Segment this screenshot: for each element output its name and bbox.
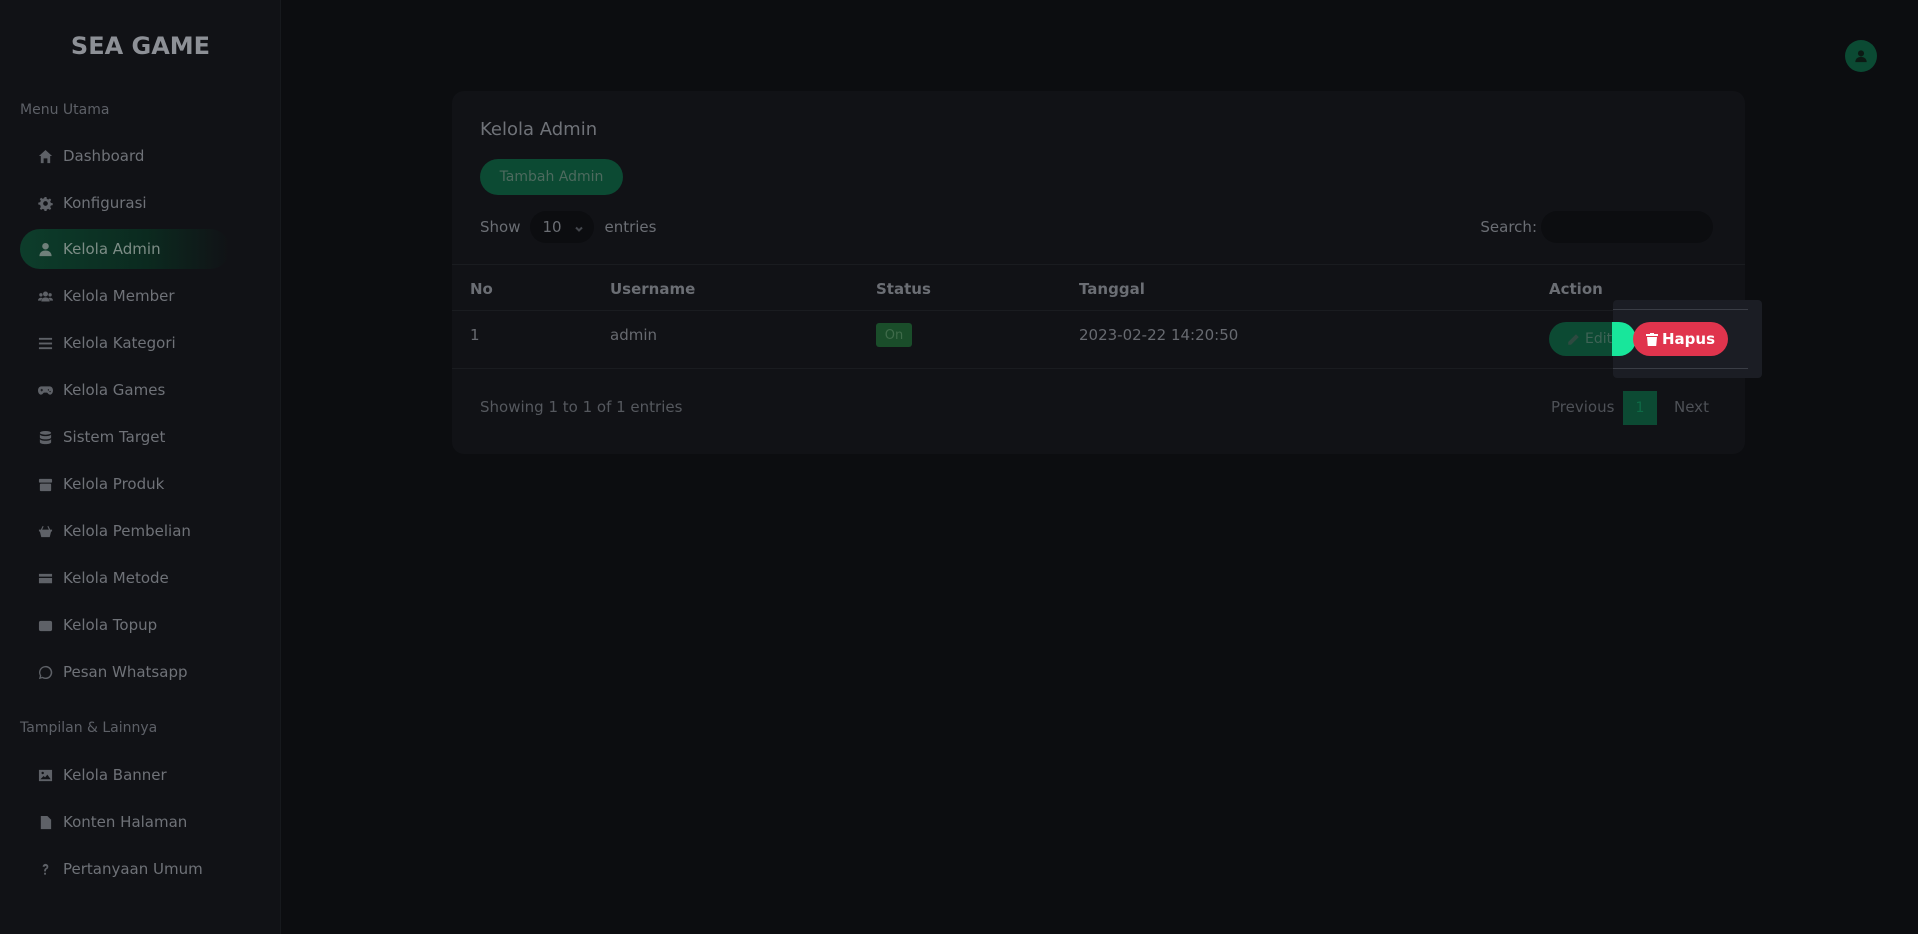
hapus-label: Hapus — [1661, 330, 1716, 348]
sidebar-item-label: Konten Halaman — [63, 813, 188, 831]
gear-icon — [37, 195, 53, 211]
sidebar-item-label: Kelola Games — [63, 381, 166, 399]
column-header-status[interactable]: Status — [876, 280, 931, 298]
sidebar-item-kelola-kategori[interactable]: Kelola Kategori — [20, 323, 230, 363]
highlight-line-top — [1613, 309, 1748, 310]
sidebar-item-pertanyaan-umum[interactable]: Pertanyaan Umum — [20, 849, 230, 889]
column-header-no[interactable]: No — [470, 280, 493, 298]
pagination-page-1[interactable]: 1 — [1623, 391, 1657, 425]
user-icon — [37, 241, 53, 257]
pagination-next[interactable]: Next — [1674, 398, 1709, 416]
sidebar-item-label: Kelola Topup — [63, 616, 158, 634]
kelola-admin-card: Kelola Admin Tambah Admin Show 10 entrie… — [452, 91, 1762, 454]
column-header-action: Action — [1549, 280, 1603, 298]
trash-icon — [1645, 332, 1658, 346]
search-label: Search: — [1480, 218, 1537, 236]
page-length-value: 10 — [542, 218, 562, 236]
table-info: Showing 1 to 1 of 1 entries — [480, 398, 683, 416]
home-icon — [37, 148, 53, 164]
file-icon — [37, 814, 53, 830]
section-label-other: Tampilan & Lainnya — [20, 720, 158, 736]
highlight-line-bottom — [1613, 368, 1748, 369]
user-circle-icon — [1855, 50, 1867, 63]
sidebar-item-kelola-admin[interactable]: Kelola Admin — [20, 229, 230, 269]
sidebar: SEA GAME Menu Utama Dashboard Konfiguras… — [0, 0, 281, 934]
sidebar-item-konfigurasi[interactable]: Konfigurasi — [20, 183, 230, 223]
sidebar-item-label: Konfigurasi — [63, 194, 147, 212]
table-row-border — [452, 368, 1613, 369]
sidebar-item-kelola-topup[interactable]: Kelola Topup — [20, 605, 230, 645]
sidebar-item-label: Kelola Metode — [63, 569, 169, 587]
page-length-select[interactable]: 10 — [530, 211, 595, 243]
sidebar-item-label: Sistem Target — [63, 428, 166, 446]
sidebar-item-pesan-whatsapp[interactable]: Pesan Whatsapp — [20, 652, 230, 692]
search-control: Search: — [1480, 211, 1713, 243]
chevron-down-icon — [574, 220, 584, 232]
hapus-button[interactable]: Hapus — [1633, 322, 1728, 356]
sidebar-item-kelola-games[interactable]: Kelola Games — [20, 370, 230, 410]
cell-tanggal: 2023-02-22 14:20:50 — [1079, 326, 1239, 344]
tambah-admin-button[interactable]: Tambah Admin — [480, 159, 623, 195]
sidebar-item-konten-halaman[interactable]: Konten Halaman — [20, 802, 230, 842]
sidebar-item-label: Pesan Whatsapp — [63, 663, 188, 681]
sidebar-item-label: Kelola Produk — [63, 475, 165, 493]
column-header-username[interactable]: Username — [610, 280, 695, 298]
database-icon — [37, 429, 53, 445]
table-header-border — [452, 310, 1745, 311]
image-icon — [37, 767, 53, 783]
basket-icon — [37, 523, 53, 539]
brand-logo[interactable]: SEA GAME — [0, 32, 281, 60]
edit-label: Edit — [1585, 331, 1613, 347]
gamepad-icon — [37, 382, 53, 398]
sidebar-item-kelola-banner[interactable]: Kelola Banner — [20, 755, 230, 795]
sidebar-item-label: Kelola Pembelian — [63, 522, 191, 540]
credit-card-icon — [37, 570, 53, 586]
sidebar-item-label: Pertanyaan Umum — [63, 860, 203, 878]
table-top-border — [452, 264, 1745, 265]
show-label: Show — [480, 218, 521, 236]
sidebar-item-label: Kelola Admin — [63, 240, 161, 258]
sidebar-item-label: Dashboard — [63, 147, 145, 165]
box-icon — [37, 476, 53, 492]
sidebar-item-dashboard[interactable]: Dashboard — [20, 136, 230, 176]
status-badge: On — [876, 323, 912, 347]
page-title: Kelola Admin — [480, 119, 598, 140]
wallet-icon — [37, 617, 53, 633]
pagination-previous[interactable]: Previous — [1551, 398, 1614, 416]
users-icon — [37, 288, 53, 304]
page-length-control: Show 10 entries — [480, 211, 656, 243]
whatsapp-icon — [37, 664, 53, 680]
user-avatar[interactable] — [1845, 40, 1877, 72]
sidebar-item-kelola-member[interactable]: Kelola Member — [20, 276, 230, 316]
sidebar-item-kelola-produk[interactable]: Kelola Produk — [20, 464, 230, 504]
sidebar-item-label: Kelola Kategori — [63, 334, 176, 352]
entries-label: entries — [604, 218, 657, 236]
section-label-main: Menu Utama — [20, 102, 110, 118]
question-icon — [37, 861, 53, 877]
column-header-tanggal[interactable]: Tanggal — [1079, 280, 1145, 298]
sidebar-item-sistem-target[interactable]: Sistem Target — [20, 417, 230, 457]
sidebar-item-label: Kelola Member — [63, 287, 175, 305]
sidebar-item-kelola-metode[interactable]: Kelola Metode — [20, 558, 230, 598]
cell-no: 1 — [470, 326, 480, 344]
pencil-icon — [1568, 333, 1579, 345]
search-input[interactable] — [1541, 211, 1713, 243]
sidebar-item-kelola-pembelian[interactable]: Kelola Pembelian — [20, 511, 230, 551]
list-icon — [37, 335, 53, 351]
cell-username: admin — [610, 326, 657, 344]
sidebar-item-label: Kelola Banner — [63, 766, 167, 784]
